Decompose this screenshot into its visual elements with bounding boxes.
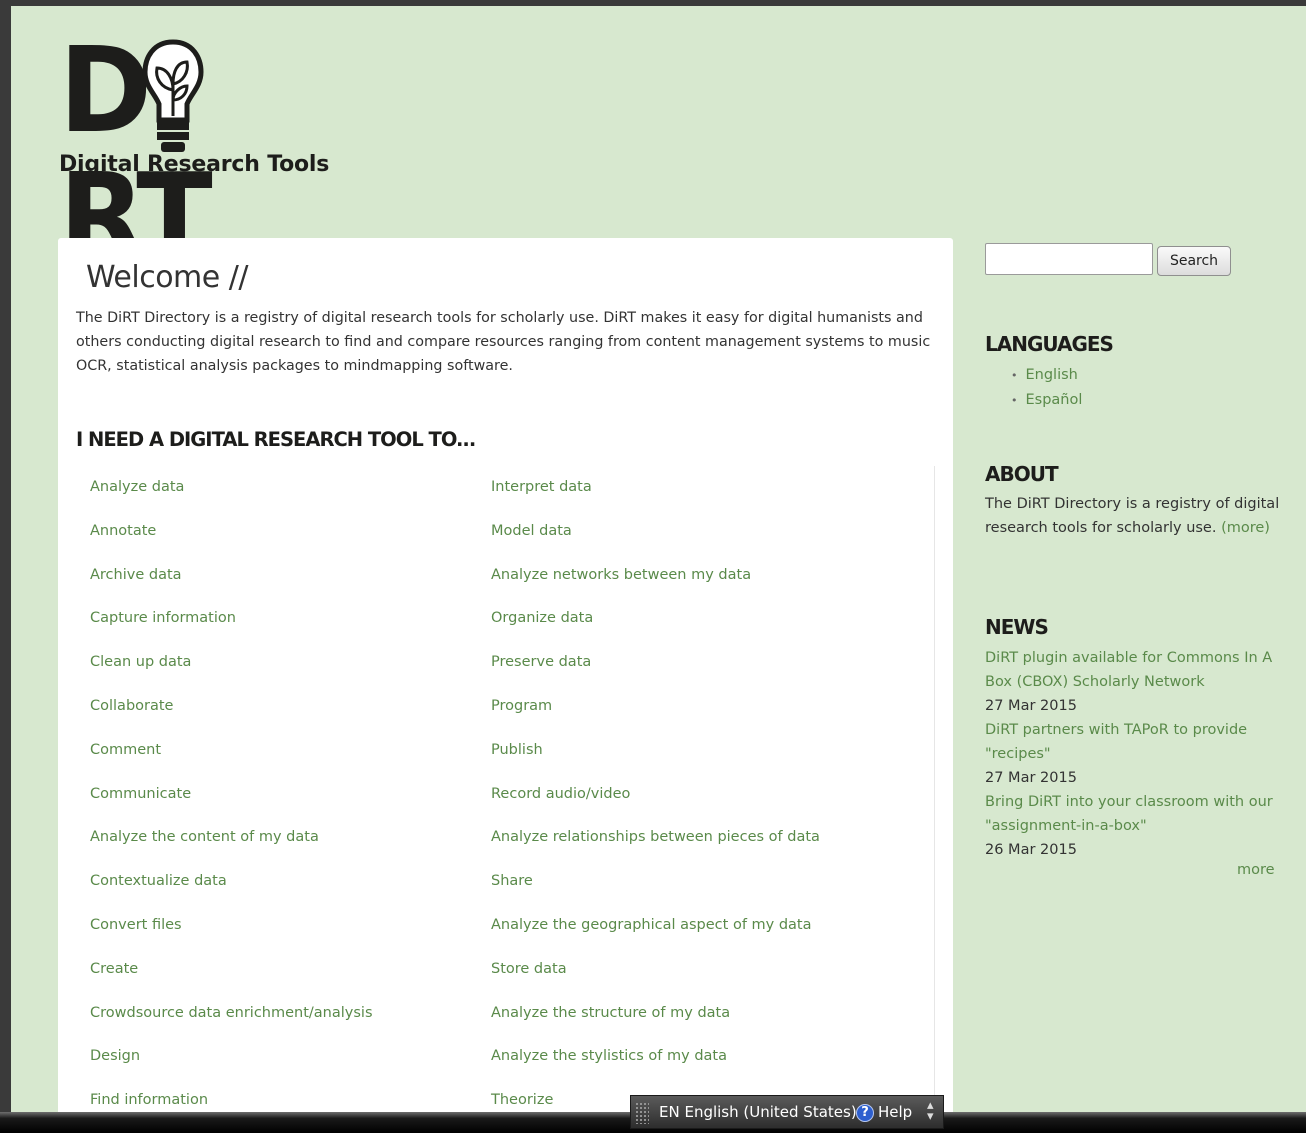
news-item-date: 27 Mar 2015	[985, 698, 1077, 714]
list-item[interactable]: Find information	[90, 1091, 373, 1112]
tool-link[interactable]: Publish	[491, 742, 543, 758]
input-language-selector[interactable]: EN English (United States)	[659, 1103, 857, 1121]
list-item[interactable]: Capture information	[90, 609, 373, 653]
list-item[interactable]: Model data	[491, 522, 820, 566]
search-input[interactable]	[985, 243, 1153, 275]
list-item[interactable]: Analyze relationships between pieces of …	[491, 828, 820, 872]
list-item[interactable]: Comment	[90, 741, 373, 785]
tool-link[interactable]: Analyze the geographical aspect of my da…	[491, 917, 812, 933]
tool-link[interactable]: Comment	[90, 742, 161, 758]
languages-heading: LANGUAGES	[985, 332, 1114, 356]
list-item[interactable]: Organize data	[491, 609, 820, 653]
tool-link[interactable]: Interpret data	[491, 479, 592, 495]
list-item[interactable]: Analyze the structure of my data	[491, 1004, 820, 1048]
list-item[interactable]: Clean up data	[90, 653, 373, 697]
list-item[interactable]: Analyze the geographical aspect of my da…	[491, 916, 820, 960]
language-link-espanol[interactable]: Español	[1011, 388, 1083, 413]
list-item[interactable]: Collaborate	[90, 697, 373, 741]
news-more-link[interactable]: more	[1237, 862, 1275, 878]
drag-grip-icon[interactable]	[635, 1102, 649, 1124]
tool-link[interactable]: Analyze the structure of my data	[491, 1005, 730, 1021]
list-item[interactable]: Analyze the stylistics of my data	[491, 1047, 820, 1091]
tools-heading: I NEED A DIGITAL RESEARCH TOOL TO...	[76, 428, 476, 451]
tool-link[interactable]: Preserve data	[491, 654, 591, 670]
list-item[interactable]: Store data	[491, 960, 820, 1004]
tool-link[interactable]: Model data	[491, 523, 572, 539]
tool-link[interactable]: Create	[90, 961, 138, 977]
intro-text: The DiRT Directory is a registry of digi…	[76, 310, 931, 374]
tools-list-right: Interpret data Model data Analyze networ…	[491, 478, 820, 1112]
languages-list: English Español	[1011, 363, 1083, 413]
tool-link[interactable]: Program	[491, 698, 552, 714]
list-item[interactable]: Communicate	[90, 785, 373, 829]
tool-link[interactable]: Analyze data	[90, 479, 184, 495]
list-item[interactable]: Crowdsource data enrichment/analysis	[90, 1004, 373, 1048]
tool-link[interactable]: Share	[491, 873, 533, 889]
tool-link[interactable]: Analyze networks between my data	[491, 567, 751, 583]
list-item[interactable]: Create	[90, 960, 373, 1004]
about-heading: ABOUT	[985, 462, 1059, 486]
tool-link[interactable]: Contextualize data	[90, 873, 227, 889]
news-list: DiRT plugin available for Commons In A B…	[985, 646, 1285, 862]
list-item[interactable]: Preserve data	[491, 653, 820, 697]
tool-link[interactable]: Crowdsource data enrichment/analysis	[90, 1005, 373, 1021]
tool-link[interactable]: Communicate	[90, 786, 191, 802]
tool-link[interactable]: Clean up data	[90, 654, 191, 670]
question-circle-icon[interactable]: ?	[856, 1104, 874, 1122]
tool-link[interactable]: Design	[90, 1048, 140, 1064]
help-button[interactable]: Help	[878, 1103, 912, 1121]
tool-link[interactable]: Analyze the stylistics of my data	[491, 1048, 727, 1064]
list-item[interactable]: Program	[491, 697, 820, 741]
logo-letter-d: D	[59, 22, 152, 160]
tool-link[interactable]: Record audio/video	[491, 786, 630, 802]
language-link-english[interactable]: English	[1011, 363, 1082, 388]
language-bar[interactable]: EN English (United States) ? Help ▴ ▾	[630, 1095, 944, 1129]
list-item[interactable]: Analyze the content of my data	[90, 828, 373, 872]
tool-link[interactable]: Store data	[491, 961, 567, 977]
list-item[interactable]: Annotate	[90, 522, 373, 566]
list-item[interactable]: Publish	[491, 741, 820, 785]
tool-link[interactable]: Analyze relationships between pieces of …	[491, 829, 820, 845]
list-item[interactable]: Archive data	[90, 566, 373, 610]
news-item-link[interactable]: DiRT partners with TAPoR to provide "rec…	[985, 718, 1285, 766]
column-divider	[934, 466, 935, 1112]
list-item[interactable]: Convert files	[90, 916, 373, 960]
main-content: Welcome // The DiRT Directory is a regis…	[58, 238, 953, 1112]
list-item[interactable]: Analyze networks between my data	[491, 566, 820, 610]
list-item[interactable]: Analyze data	[90, 478, 373, 522]
news-heading: NEWS	[985, 615, 1049, 639]
lightbulb-plant-icon	[142, 39, 204, 152]
tool-link[interactable]: Theorize	[491, 1092, 553, 1108]
tools-list-left: Analyze data Annotate Archive data Captu…	[90, 478, 373, 1112]
news-item-date: 27 Mar 2015	[985, 770, 1077, 786]
news-item-link[interactable]: DiRT plugin available for Commons In A B…	[985, 646, 1285, 694]
logo-subtitle: Digital Research Tools	[59, 152, 330, 177]
tool-link[interactable]: Annotate	[90, 523, 156, 539]
tool-link[interactable]: Analyze the content of my data	[90, 829, 319, 845]
about-more-link[interactable]: (more)	[1221, 520, 1270, 536]
tool-link[interactable]: Capture information	[90, 610, 236, 626]
list-item[interactable]: Design	[90, 1047, 373, 1091]
tool-link[interactable]: Archive data	[90, 567, 182, 583]
news-item-link[interactable]: Bring DiRT into your classroom with our …	[985, 790, 1285, 838]
tool-link[interactable]: Organize data	[491, 610, 593, 626]
options-arrow-icon[interactable]: ▴ ▾	[927, 1099, 934, 1123]
search-button[interactable]: Search	[1157, 246, 1231, 276]
about-block: The DiRT Directory is a registry of digi…	[985, 492, 1280, 540]
dirt-logo[interactable]: DRT Digital Research Tools	[59, 28, 349, 280]
tool-link[interactable]: Convert files	[90, 917, 182, 933]
tool-link[interactable]: Find information	[90, 1092, 208, 1108]
list-item[interactable]: Contextualize data	[90, 872, 373, 916]
page-background: DRT Digital Research Tools Welcome // Th…	[11, 6, 1306, 1112]
list-item[interactable]: Interpret data	[491, 478, 820, 522]
list-item[interactable]: Share	[491, 872, 820, 916]
news-item-date: 26 Mar 2015	[985, 842, 1077, 858]
tool-link[interactable]: Collaborate	[90, 698, 173, 714]
page-title: Welcome //	[86, 260, 248, 295]
list-item[interactable]: Record audio/video	[491, 785, 820, 829]
